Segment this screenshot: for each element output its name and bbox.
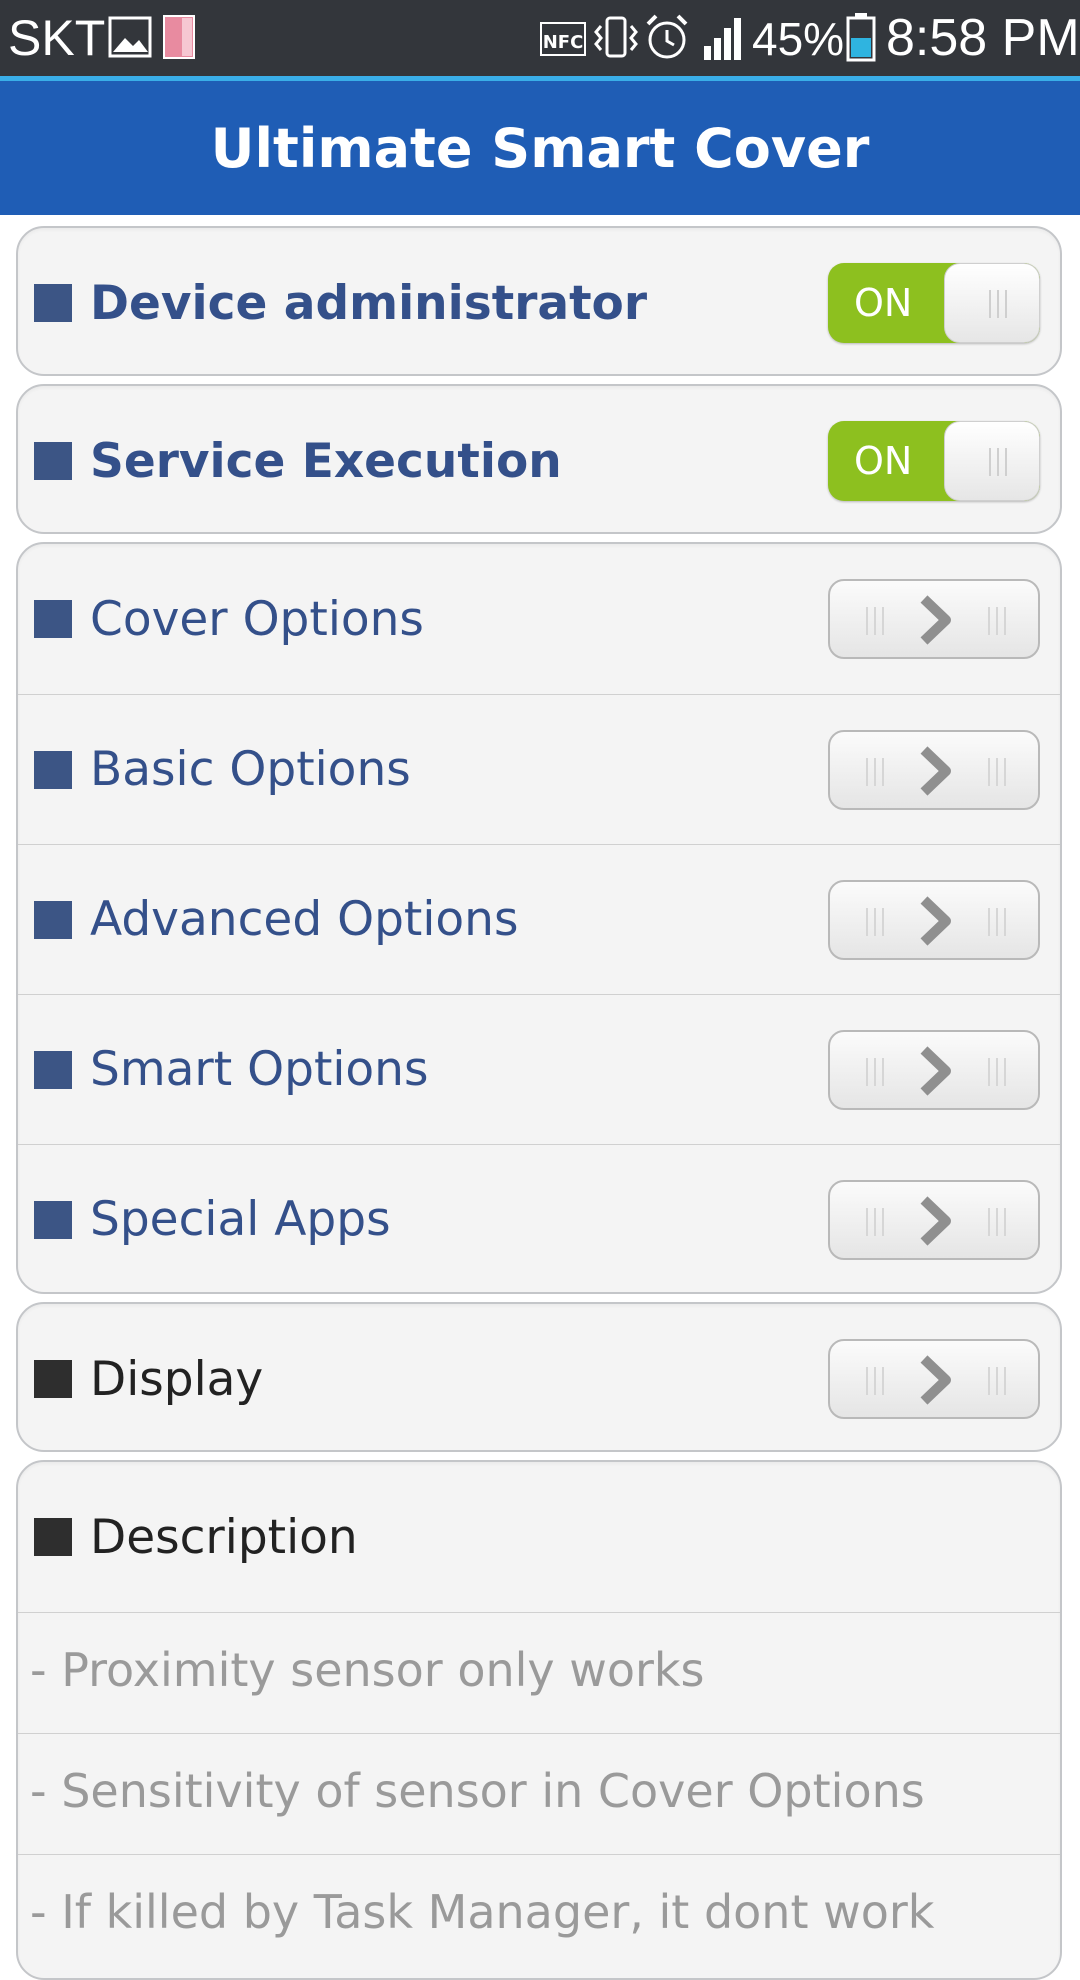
carrier-label: SKT [8,10,106,66]
svg-text:NFC: NFC [543,32,584,53]
bullet-icon [34,750,72,789]
option-row-basic[interactable]: Basic Options [18,694,1060,844]
chevron-right-icon [920,895,951,946]
option-row-advanced[interactable]: Advanced Options [18,844,1060,994]
service-exec-group: Service Execution ON [16,384,1062,534]
toggle-on-label: ON [854,281,913,325]
chevron-right-button[interactable] [828,1339,1040,1419]
bullet-icon [34,284,72,322]
page-title: Ultimate Smart Cover [210,116,870,180]
service-exec-row[interactable]: Service Execution ON [18,386,1060,532]
chevron-right-icon [920,1045,951,1096]
device-admin-row[interactable]: Device administrator ON [18,228,1060,374]
bullet-icon [34,1200,72,1239]
service-exec-label: Service Execution [90,433,562,489]
nfc-icon: NFC [540,22,586,56]
chevron-right-button[interactable] [828,729,1040,810]
description-group: Description - Proximity sensor only work… [16,1460,1062,1980]
display-group: Display [16,1302,1062,1452]
app-title-bar: Ultimate Smart Cover [0,81,1080,215]
battery-icon [846,13,876,62]
option-label: Smart Options [90,1042,429,1097]
description-line: - If killed by Task Manager, it dont wor… [18,1854,1060,1975]
chevron-right-button[interactable] [828,879,1040,960]
image-icon [108,16,152,58]
vibrate-icon [594,16,638,58]
sim-card-icon [163,15,195,59]
description-heading: Description [90,1509,358,1565]
display-row[interactable]: Display [18,1304,1060,1450]
description-line: - Proximity sensor only works [18,1612,1060,1733]
bullet-icon [34,600,72,638]
display-label: Display [90,1351,264,1407]
chevron-right-icon [920,595,951,645]
chevron-right-button[interactable] [828,579,1040,659]
bullet-icon [34,900,72,939]
options-group: Cover Options Basic Options Advanced Opt… [16,542,1062,1294]
description-header: Description [18,1462,1060,1612]
option-label: Cover Options [90,591,424,647]
option-label: Advanced Options [90,892,519,947]
bullet-icon [34,1518,72,1556]
bullet-icon [34,442,72,480]
option-row-smart[interactable]: Smart Options [18,994,1060,1144]
description-text: - If killed by Task Manager, it dont wor… [30,1885,935,1939]
device-admin-group: Device administrator ON [16,226,1062,376]
bullet-icon [34,1360,72,1398]
description-line: - Sensitivity of sensor in Cover Options [18,1733,1060,1854]
bullet-icon [34,1050,72,1089]
chevron-right-icon [920,745,951,796]
alarm-icon [646,14,688,59]
option-label: Basic Options [90,742,411,797]
option-label: Special Apps [90,1192,391,1247]
clock: 8:58 PM [886,9,1080,67]
chevron-right-icon [920,1195,951,1246]
description-text: - Proximity sensor only works [30,1643,705,1697]
option-row-special-apps[interactable]: Special Apps [18,1144,1060,1292]
service-exec-toggle[interactable]: ON [828,421,1040,501]
toggle-on-label: ON [854,439,913,483]
status-bar: SKT NFC 45% 8:58 PM [0,0,1080,76]
description-text: - Sensitivity of sensor in Cover Options [30,1764,925,1818]
chevron-right-button[interactable] [828,1029,1040,1110]
chevron-right-icon [920,1355,951,1405]
option-row-cover[interactable]: Cover Options [18,544,1060,694]
device-admin-label: Device administrator [90,275,648,331]
battery-percent: 45% [752,13,845,65]
toggle-thumb [944,421,1040,501]
device-admin-toggle[interactable]: ON [828,263,1040,343]
chevron-right-button[interactable] [828,1179,1040,1260]
toggle-thumb [944,263,1040,343]
signal-icon [704,18,741,60]
